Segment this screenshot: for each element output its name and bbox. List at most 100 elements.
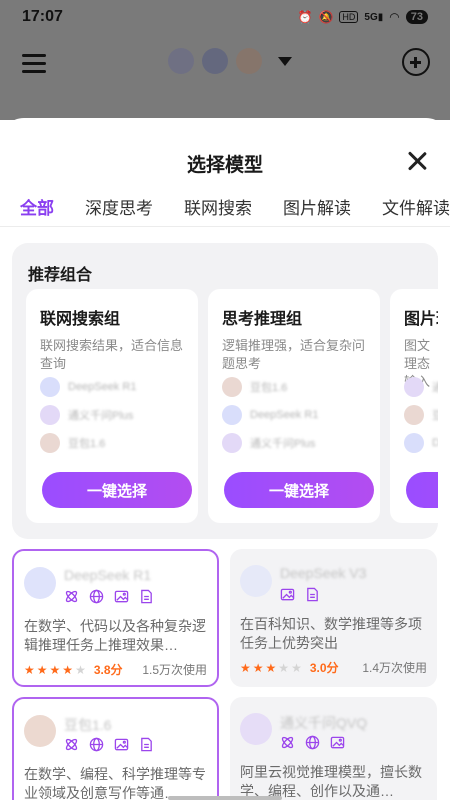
- doubao-logo-icon: [404, 405, 424, 425]
- close-icon[interactable]: [406, 150, 428, 172]
- tab-web-search[interactable]: 联网搜索: [184, 194, 252, 219]
- one-click-select-button[interactable]: 一键选择: [224, 472, 374, 508]
- combo-model: 通义千问Plus: [40, 405, 133, 425]
- menu-icon[interactable]: [22, 54, 46, 74]
- tab-deep-thinking[interactable]: 深度思考: [85, 194, 153, 219]
- deepseek-avatar: [168, 48, 194, 74]
- model-score: 3.0分: [309, 661, 339, 675]
- model-name: 豆包1.6: [64, 717, 112, 733]
- star-icon: ★: [62, 662, 74, 677]
- alarm-icon: ⏰: [297, 10, 313, 24]
- model-card-qwen-qvq[interactable]: 通义千问QVQ 阿里云视觉推理模型，擅长数学、编程、创作以及通…: [230, 697, 437, 800]
- combo-model: DeepSeek R1: [222, 405, 319, 425]
- model-usage: 1.4万次使用: [362, 661, 427, 675]
- star-rating: ★ ★ ★ ★ ★: [240, 661, 302, 675]
- star-rating: ★ ★ ★ ★ ★: [24, 663, 86, 677]
- star-icon: ★: [240, 660, 251, 675]
- deepseek-logo-icon: [240, 565, 272, 597]
- deepseek-logo-icon: [404, 433, 424, 453]
- app-bar: [0, 34, 450, 120]
- tab-image-reading[interactable]: 图片解读: [283, 194, 351, 219]
- doubao-logo-icon: [40, 433, 60, 453]
- combo-card[interactable]: 思考推理组 逻辑推理强，适合复杂问题思考 豆包1.6 DeepSeek R1 通…: [208, 289, 380, 523]
- image-icon: [114, 738, 129, 751]
- combo-desc: 联网搜索结果，适合信息查询: [40, 338, 184, 371]
- one-click-select-button[interactable]: [406, 472, 438, 508]
- qwen-avatar: [202, 48, 228, 74]
- atom-icon: [65, 738, 78, 751]
- star-icon: ★: [291, 660, 302, 675]
- image-icon: [280, 588, 295, 601]
- star-icon: ★: [265, 660, 277, 675]
- model-name: DeepSeek V3: [280, 565, 367, 581]
- model-name: DeepSeek R1: [64, 567, 152, 583]
- combo-model: 豆包1.6: [222, 377, 287, 397]
- combo-model: D: [404, 433, 438, 453]
- star-icon: ★: [49, 662, 61, 677]
- combo-model: 豆包1.6: [40, 433, 105, 453]
- model-card-doubao[interactable]: 豆包1.6 在数学、编程、科学推理等专业领域及创意写作等通…: [12, 697, 219, 800]
- tab-file-reading[interactable]: 文件解读: [382, 194, 450, 219]
- sheet-title: 选择模型: [186, 155, 263, 176]
- doubao-logo-icon: [24, 715, 56, 747]
- star-icon: ★: [36, 662, 48, 677]
- tab-all[interactable]: 全部: [20, 194, 54, 229]
- model-desc: 在数学、编程、科学推理等专业领域及创意写作等通…: [24, 766, 206, 800]
- file-icon: [141, 737, 152, 752]
- deepseek-logo-icon: [222, 405, 242, 425]
- model-usage: 1.5万次使用: [142, 663, 207, 677]
- wifi-icon: ◠: [389, 10, 400, 24]
- status-icons: ⏰ 🔕 HD 5G▮ ◠ 73: [298, 10, 428, 24]
- model-card-deepseek-r1[interactable]: DeepSeek R1 在数学、代码以及各种复杂逻辑推理任务上推理效果… ★ ★ ★…: [12, 549, 219, 687]
- mute-icon: 🔕: [318, 10, 334, 24]
- combo-model: 通义千问Plus: [222, 433, 315, 453]
- globe-icon: [89, 737, 104, 752]
- star-icon: ★: [24, 662, 35, 677]
- capability-icons: [64, 589, 154, 604]
- star-icon: ★: [278, 660, 290, 675]
- file-icon: [141, 589, 152, 604]
- atom-icon: [65, 590, 78, 603]
- combo-card[interactable]: 图片理 图文理态输入 通 豆 D: [390, 289, 438, 523]
- model-score: 3.8分: [93, 663, 123, 677]
- combo-card[interactable]: 联网搜索组 联网搜索结果，适合信息查询 DeepSeek R1 通义千问Plus…: [26, 289, 198, 523]
- combo-name: 联网搜索组: [40, 311, 121, 328]
- model-card-deepseek-v3[interactable]: DeepSeek V3 在百科知识、数学推理等多项任务上优势突出 ★ ★ ★ ★ ★ 3…: [230, 549, 437, 687]
- recommended-combos: 推荐组合 联网搜索组 联网搜索结果，适合信息查询 DeepSeek R1 通义千…: [12, 243, 438, 539]
- globe-icon: [305, 735, 320, 750]
- combo-model: 豆: [404, 405, 438, 425]
- home-indicator: [168, 796, 282, 800]
- model-switcher[interactable]: [168, 48, 292, 74]
- combo-model: DeepSeek R1: [40, 377, 137, 397]
- model-rating: ★ ★ ★ ★ ★ 3.8分 1.5万次使用: [24, 661, 207, 678]
- new-chat-icon[interactable]: [402, 48, 430, 76]
- model-list: 推荐组合 联网搜索组 联网搜索结果，适合信息查询 DeepSeek R1 通义千…: [0, 227, 450, 800]
- model-name: 通义千问QVQ: [280, 715, 368, 731]
- model-desc: 在百科知识、数学推理等多项任务上优势突出: [240, 616, 422, 651]
- image-icon: [114, 590, 129, 603]
- atom-icon: [281, 736, 294, 749]
- model-picker-sheet: 选择模型 全部 深度思考 联网搜索 图片解读 文件解读 推荐组合 联网搜索组 联…: [0, 118, 450, 800]
- battery-icon: 73: [405, 10, 428, 24]
- combo-desc: 逻辑推理强，适合复杂问题思考: [222, 338, 366, 371]
- model-desc: 阿里云视觉推理模型，擅长数学、编程、创作以及通…: [240, 764, 422, 799]
- combo-model: 通: [404, 377, 438, 397]
- model-desc: 在数学、代码以及各种复杂逻辑推理任务上推理效果…: [24, 618, 206, 653]
- doubao-logo-icon: [222, 377, 242, 397]
- chevron-down-icon: [278, 56, 292, 66]
- capability-icons: [280, 735, 345, 750]
- globe-icon: [89, 589, 104, 604]
- hd-icon: HD: [339, 11, 359, 23]
- combo-name: 图片理: [404, 311, 438, 328]
- qwen-logo-icon: [40, 405, 60, 425]
- doubao-avatar: [236, 48, 262, 74]
- capability-icons: [280, 587, 320, 602]
- qwen-logo-icon: [240, 713, 272, 745]
- status-bar: 17:07 ⏰ 🔕 HD 5G▮ ◠ 73: [0, 0, 450, 34]
- one-click-select-button[interactable]: 一键选择: [42, 472, 192, 508]
- deepseek-logo-icon: [40, 377, 60, 397]
- status-time: 17:07: [22, 8, 63, 25]
- qwen-logo-icon: [404, 377, 424, 397]
- deepseek-logo-icon: [24, 567, 56, 599]
- recommended-title: 推荐组合: [28, 267, 93, 284]
